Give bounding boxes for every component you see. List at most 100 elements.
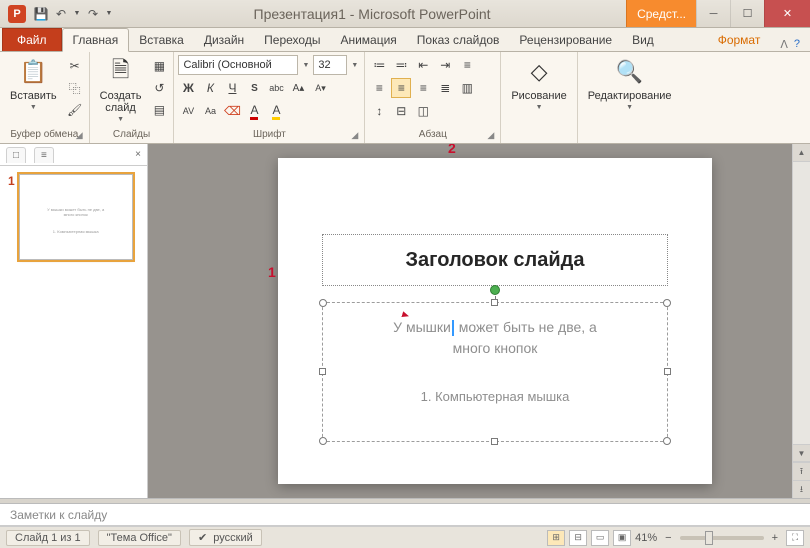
cut-icon[interactable]: ✂: [65, 56, 85, 76]
slide-counter[interactable]: Слайд 1 из 1: [6, 530, 90, 546]
rotate-handle[interactable]: [490, 285, 500, 295]
tab-insert[interactable]: Вставка: [129, 29, 194, 51]
align-right-button[interactable]: ≡: [413, 78, 433, 98]
shadow-button[interactable]: S: [244, 78, 264, 98]
app-icon[interactable]: P: [8, 5, 26, 23]
chevron-down-icon[interactable]: ▼: [349, 62, 360, 69]
fit-window-button[interactable]: ⛶: [786, 530, 804, 546]
font-size-select[interactable]: 32: [313, 55, 347, 75]
underline-button[interactable]: Ч: [222, 78, 242, 98]
strikethrough-button[interactable]: abc: [266, 78, 286, 98]
slide-canvas[interactable]: Заголовок слайда У мышки может быть не д…: [278, 158, 712, 484]
tab-home[interactable]: Главная: [62, 28, 130, 52]
body-placeholder[interactable]: У мышки может быть не две, а много кнопо…: [322, 302, 668, 442]
notes-pane[interactable]: Заметки к слайду: [0, 504, 810, 526]
layout-icon[interactable]: ▦: [149, 56, 169, 76]
bold-button[interactable]: Ж: [178, 78, 198, 98]
window-title: Презентация1 - Microsoft PowerPoint: [118, 6, 626, 22]
resize-handle[interactable]: [319, 299, 327, 307]
slide-thumbnail[interactable]: 1 У мышки может быть не две, амного кноп…: [8, 174, 139, 260]
reading-view-button[interactable]: ▭: [591, 530, 609, 546]
section-icon[interactable]: ▤: [149, 100, 169, 120]
dialog-launcher-icon[interactable]: ◢: [76, 130, 83, 141]
language-indicator[interactable]: ✔ русский: [189, 529, 262, 546]
text-direction-button[interactable]: ↕: [369, 101, 389, 121]
undo-icon[interactable]: ↶: [52, 5, 70, 23]
redo-icon[interactable]: ↷: [84, 5, 102, 23]
tab-format[interactable]: Формат: [708, 29, 771, 51]
resize-handle[interactable]: [319, 368, 326, 375]
line-spacing-button[interactable]: ≡: [457, 55, 477, 75]
save-icon[interactable]: 💾: [32, 5, 50, 23]
resize-handle[interactable]: [663, 437, 671, 445]
drawing-tools-tab[interactable]: Средст...: [626, 0, 696, 27]
bullets-button[interactable]: ≔: [369, 55, 389, 75]
reset-icon[interactable]: ↺: [149, 78, 169, 98]
resize-handle[interactable]: [664, 368, 671, 375]
align-center-button[interactable]: ≡: [391, 78, 411, 98]
drawing-button[interactable]: ◇ Рисование ▼: [505, 54, 572, 113]
increase-indent-button[interactable]: ⇥: [435, 55, 455, 75]
normal-view-button[interactable]: ⊞: [547, 530, 565, 546]
format-painter-icon[interactable]: 🖌: [65, 100, 85, 120]
scroll-down-icon[interactable]: ▼: [793, 444, 810, 462]
tab-view[interactable]: Вид: [622, 29, 664, 51]
slideshow-view-button[interactable]: ▣: [613, 530, 631, 546]
paste-button[interactable]: 📋 Вставить ▼: [4, 54, 63, 113]
panel-close-icon[interactable]: ×: [135, 149, 141, 160]
next-slide-icon[interactable]: ⭳: [793, 480, 810, 498]
close-button[interactable]: ✕: [764, 0, 810, 27]
smartart-button[interactable]: ◫: [413, 101, 433, 121]
dialog-launcher-icon[interactable]: ◢: [487, 130, 494, 141]
font-color-button[interactable]: A: [244, 101, 264, 121]
panel-tab-slides[interactable]: □: [6, 147, 26, 163]
tab-review[interactable]: Рецензирование: [509, 29, 622, 51]
slide-editor[interactable]: Заголовок слайда У мышки может быть не д…: [148, 144, 810, 498]
prev-slide-icon[interactable]: ⭱: [793, 462, 810, 480]
minimize-button[interactable]: ─: [696, 0, 730, 27]
resize-handle[interactable]: [319, 437, 327, 445]
undo-dropdown-icon[interactable]: ▼: [72, 5, 82, 23]
thumb-preview[interactable]: У мышки может быть не две, амного кнопок…: [19, 174, 133, 260]
italic-button[interactable]: К: [200, 78, 220, 98]
chevron-down-icon[interactable]: ▼: [300, 62, 311, 69]
dialog-launcher-icon[interactable]: ◢: [351, 130, 358, 141]
title-placeholder[interactable]: Заголовок слайда: [322, 234, 668, 286]
vertical-scrollbar[interactable]: ▲ ▼ ⭱ ⭳: [792, 144, 810, 498]
grow-font-button[interactable]: A▴: [288, 78, 308, 98]
numbering-button[interactable]: ≕: [391, 55, 411, 75]
zoom-slider[interactable]: [680, 536, 764, 540]
scroll-up-icon[interactable]: ▲: [793, 144, 810, 162]
justify-button[interactable]: ≣: [435, 78, 455, 98]
copy-icon[interactable]: ⿻: [65, 78, 85, 98]
tab-slideshow[interactable]: Показ слайдов: [407, 29, 510, 51]
help-icon[interactable]: ?: [794, 38, 800, 51]
tab-animations[interactable]: Анимация: [330, 29, 406, 51]
columns-button[interactable]: ▥: [457, 78, 477, 98]
maximize-button[interactable]: ☐: [730, 0, 764, 27]
highlight-button[interactable]: A: [266, 101, 286, 121]
resize-handle[interactable]: [663, 299, 671, 307]
minimize-ribbon-icon[interactable]: ᐱ: [780, 38, 788, 51]
new-slide-button[interactable]: 🗎 Создать слайд ▼: [94, 54, 148, 125]
font-family-select[interactable]: Calibri (Основной: [178, 55, 298, 75]
char-spacing-button[interactable]: AV: [178, 101, 198, 121]
zoom-thumb[interactable]: [705, 531, 713, 545]
resize-handle[interactable]: [491, 299, 498, 306]
panel-tab-outline[interactable]: ≡: [34, 147, 54, 163]
shrink-font-button[interactable]: A▾: [310, 78, 330, 98]
decrease-indent-button[interactable]: ⇤: [413, 55, 433, 75]
resize-handle[interactable]: [491, 438, 498, 445]
align-left-button[interactable]: ≡: [369, 78, 389, 98]
tab-file[interactable]: Файл: [2, 28, 62, 51]
tab-transitions[interactable]: Переходы: [254, 29, 330, 51]
sorter-view-button[interactable]: ⊟: [569, 530, 587, 546]
qat-customize-icon[interactable]: ▼: [104, 5, 114, 23]
clear-format-button[interactable]: ⌫: [222, 101, 242, 121]
editing-button[interactable]: 🔍 Редактирование ▼: [582, 54, 678, 113]
theme-name[interactable]: "Тема Office": [98, 530, 181, 546]
align-text-button[interactable]: ⊟: [391, 101, 411, 121]
change-case-button[interactable]: Aa: [200, 101, 220, 121]
body-text[interactable]: У мышки может быть не две, а много кнопо…: [323, 303, 667, 421]
tab-design[interactable]: Дизайн: [194, 29, 254, 51]
